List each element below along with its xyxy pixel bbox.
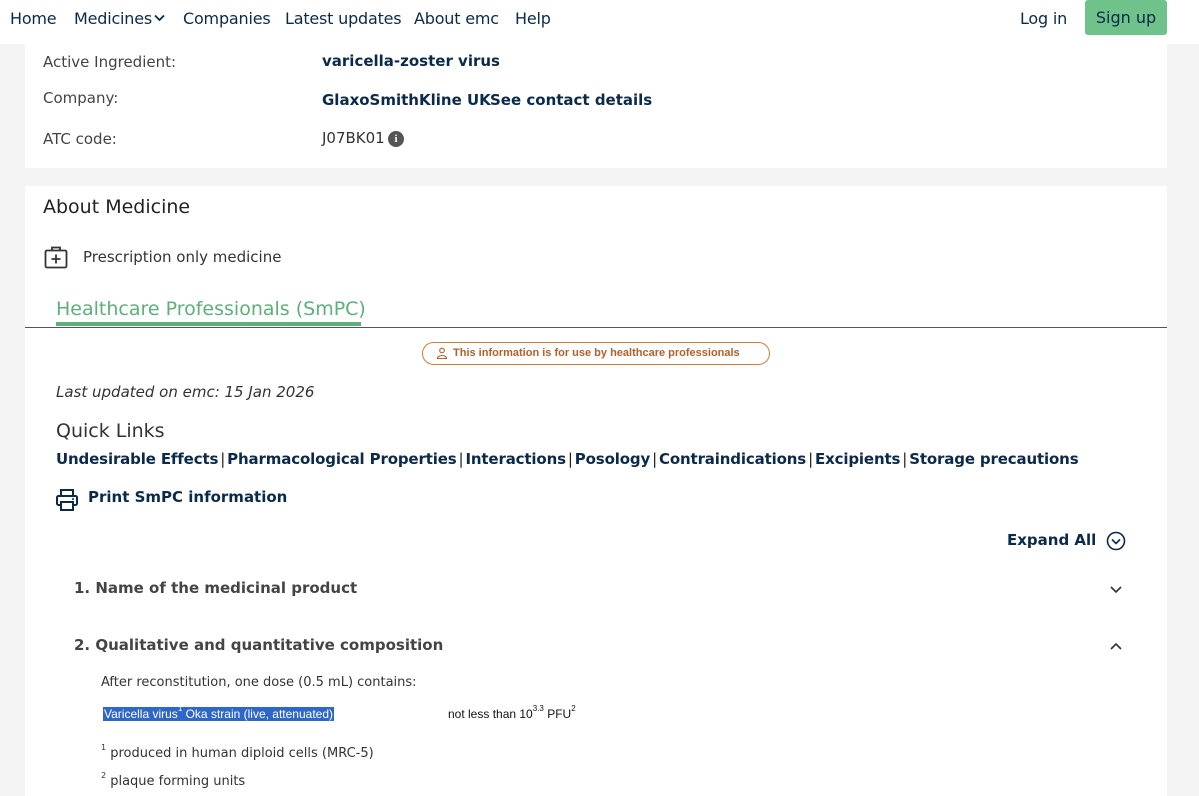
separator: | [567, 450, 573, 468]
footnote-1: 1 produced in human diploid cells (MRC-5… [101, 743, 374, 761]
quick-link-pharmacological-properties[interactable]: Pharmacological Properties [227, 450, 457, 468]
chevron-up-icon[interactable] [1108, 638, 1124, 654]
quick-link-interactions[interactable]: Interactions [465, 450, 566, 468]
section-2-header[interactable]: 2. Qualitative and quantitative composit… [74, 636, 443, 654]
nav-about[interactable]: About emc [414, 9, 499, 28]
separator: | [220, 450, 226, 468]
signup-button[interactable]: Sign up [1085, 0, 1167, 35]
nav-home[interactable]: Home [10, 9, 57, 28]
active-ingredient-label: Active Ingredient: [43, 53, 177, 71]
company-label: Company: [43, 89, 119, 107]
composition-ingredient: Varicella virus1 Oka strain (live, atten… [103, 704, 335, 721]
quick-link-storage-precautions[interactable]: Storage precautions [909, 450, 1078, 468]
composition-amount: not less than 103.3 PFU2 [448, 704, 576, 721]
separator: | [902, 450, 908, 468]
top-navigation: Home Medicines Companies Latest updates … [0, 0, 1199, 44]
expand-all-icon[interactable] [1106, 531, 1126, 551]
composition-intro: After reconstitution, one dose (0.5 mL) … [101, 675, 417, 690]
tab-smpc[interactable]: Healthcare Professionals (SmPC) [56, 298, 366, 320]
medical-kit-icon [44, 246, 68, 269]
nav-latest-updates[interactable]: Latest updates [285, 9, 402, 28]
quick-links-list: Undesirable Effects | Pharmacological Prop… [56, 450, 1079, 468]
info-icon[interactable]: i [388, 131, 404, 147]
expand-all-button[interactable]: Expand All [1007, 531, 1096, 549]
atc-code-value: J07BK01 [322, 129, 385, 147]
section-1-header[interactable]: 1. Name of the medicinal product [74, 579, 357, 597]
hcp-notice: This information is for use by healthcar… [422, 342, 770, 365]
contact-details-link[interactable]: See contact details [490, 91, 652, 109]
quick-link-posology[interactable]: Posology [575, 450, 650, 468]
footnote-2: 2 plaque forming units [101, 771, 246, 789]
about-medicine-title: About Medicine [43, 196, 191, 218]
separator: | [458, 450, 464, 468]
printer-icon[interactable] [55, 488, 79, 512]
login-link[interactable]: Log in [1020, 9, 1067, 28]
tab-divider [25, 327, 1167, 328]
chevron-down-icon[interactable] [1108, 581, 1124, 597]
print-smpc-link[interactable]: Print SmPC information [88, 488, 287, 506]
quick-links-title: Quick Links [56, 420, 165, 442]
nav-companies[interactable]: Companies [183, 9, 271, 28]
nav-medicines[interactable]: Medicines [74, 9, 152, 28]
nav-help[interactable]: Help [515, 9, 551, 28]
separator: | [652, 450, 657, 468]
atc-code-label: ATC code: [43, 130, 117, 148]
chevron-down-icon[interactable] [154, 14, 165, 22]
prescription-status: Prescription only medicine [83, 248, 282, 266]
person-icon [436, 347, 448, 359]
active-tab-indicator [56, 322, 361, 326]
quick-link-excipients[interactable]: Excipients [815, 450, 900, 468]
separator: | [808, 450, 813, 468]
active-ingredient-value: varicella-zoster virus [322, 52, 500, 70]
quick-link-undesirable-effects[interactable]: Undesirable Effects [56, 450, 218, 468]
company-link[interactable]: GlaxoSmithKline UK [322, 91, 491, 109]
last-updated: Last updated on emc: 15 Jan 2026 [56, 383, 315, 401]
quick-link-contraindications[interactable]: Contraindications [659, 450, 806, 468]
